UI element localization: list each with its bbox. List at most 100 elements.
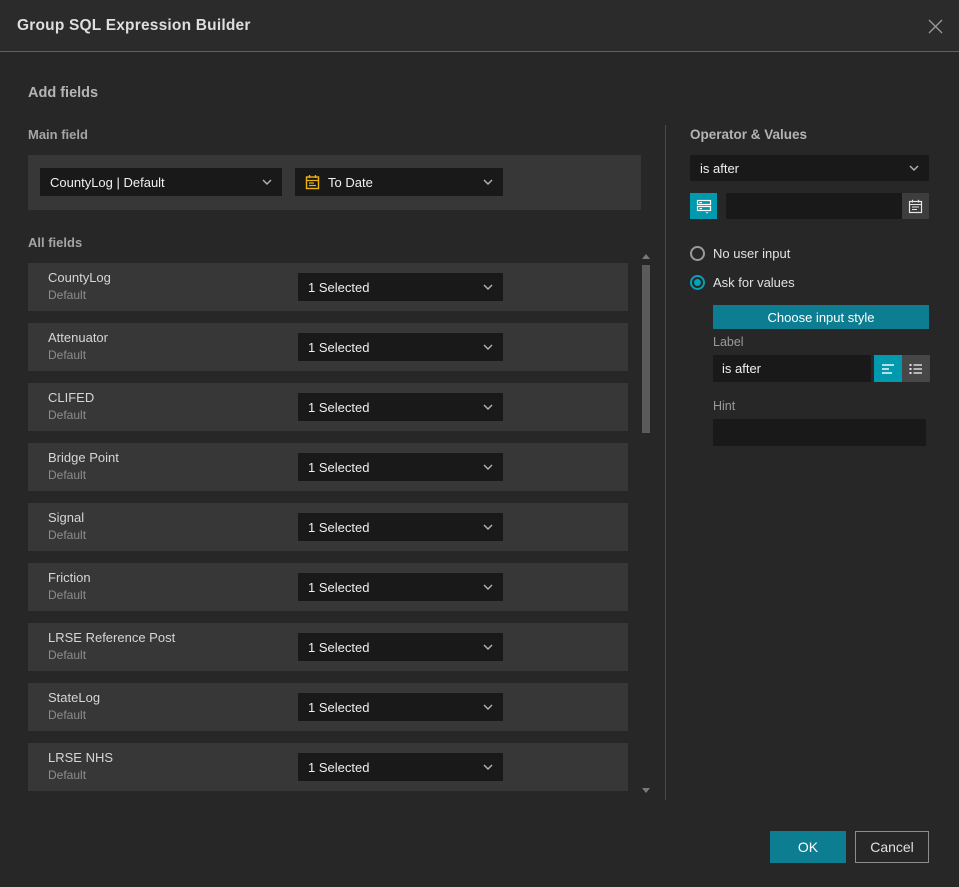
calendar-icon (305, 174, 320, 190)
group-sql-expression-builder-dialog: Group SQL Expression Builder Add fields … (0, 0, 959, 887)
choose-input-style-button[interactable]: Choose input style (713, 305, 929, 329)
single-value-style-button[interactable] (874, 355, 902, 382)
align-left-icon (882, 363, 894, 374)
label-input[interactable] (713, 355, 871, 382)
all-fields-list: CountyLog Default 1 Selected Attenuator … (28, 263, 628, 803)
field-row: Signal Default 1 Selected (28, 503, 628, 551)
field-selection-dropdown[interactable]: 1 Selected (298, 393, 503, 421)
chevron-down-icon (483, 584, 493, 590)
scrollbar-thumb[interactable] (642, 265, 650, 433)
chevron-down-icon (909, 165, 919, 171)
field-type: Default (48, 348, 87, 362)
field-name: Signal (48, 510, 85, 525)
calendar-icon (908, 199, 923, 213)
value-input[interactable] (726, 193, 902, 219)
value-type-button[interactable] (690, 193, 717, 219)
chevron-down-icon (483, 704, 493, 710)
field-type: Default (48, 708, 87, 722)
title-bar: Group SQL Expression Builder (0, 0, 959, 52)
radio-no-user-input-label: No user input (713, 245, 791, 261)
main-field-dropdown[interactable]: CountyLog | Default (40, 168, 282, 196)
field-name: LRSE Reference Post (48, 630, 176, 645)
field-selection-value: 1 Selected (308, 339, 370, 355)
radio-selected-icon (690, 274, 705, 290)
chevron-down-icon (483, 524, 493, 530)
list-icon (909, 363, 922, 374)
field-type: Default (48, 408, 87, 422)
field-selection-value: 1 Selected (308, 639, 370, 655)
ok-button[interactable]: OK (770, 831, 846, 863)
close-button[interactable] (923, 14, 947, 38)
field-row: Attenuator Default 1 Selected (28, 323, 628, 371)
stack-icon (696, 199, 711, 214)
cancel-button[interactable]: Cancel (855, 831, 929, 863)
hint-input[interactable] (713, 419, 926, 446)
field-selection-dropdown[interactable]: 1 Selected (298, 273, 503, 301)
field-selection-dropdown[interactable]: 1 Selected (298, 633, 503, 661)
field-selection-value: 1 Selected (308, 279, 370, 295)
chevron-down-icon (483, 764, 493, 770)
label-caption: Label (713, 335, 744, 349)
radio-ask-for-values[interactable]: Ask for values (690, 273, 795, 291)
field-type: Default (48, 468, 87, 482)
field-type: Default (48, 588, 87, 602)
field-selection-value: 1 Selected (308, 519, 370, 535)
hint-caption: Hint (713, 399, 736, 413)
field-selection-value: 1 Selected (308, 399, 370, 415)
field-row: CLIFED Default 1 Selected (28, 383, 628, 431)
radio-ask-for-values-label: Ask for values (713, 274, 795, 290)
radio-no-user-input[interactable]: No user input (690, 244, 790, 262)
chevron-down-icon (483, 284, 493, 290)
chevron-down-icon (483, 464, 493, 470)
field-selection-dropdown[interactable]: 1 Selected (298, 513, 503, 541)
panel-divider (665, 125, 666, 800)
field-type: Default (48, 648, 87, 662)
field-selection-dropdown[interactable]: 1 Selected (298, 753, 503, 781)
date-field-dropdown-value: To Date (328, 174, 373, 190)
dialog-title: Group SQL Expression Builder (17, 17, 251, 34)
date-picker-button[interactable] (902, 193, 929, 219)
field-selection-value: 1 Selected (308, 759, 370, 775)
field-name: LRSE NHS (48, 750, 114, 765)
field-selection-value: 1 Selected (308, 579, 370, 595)
chevron-down-icon (483, 644, 493, 650)
field-selection-dropdown[interactable]: 1 Selected (298, 333, 503, 361)
field-selection-dropdown[interactable]: 1 Selected (298, 453, 503, 481)
chevron-down-icon (483, 404, 493, 410)
scrollbar-up-arrow[interactable] (642, 254, 650, 259)
field-selection-value: 1 Selected (308, 459, 370, 475)
radio-unselected-icon (690, 245, 705, 261)
field-name: Friction (48, 570, 91, 585)
main-field-dropdown-value: CountyLog | Default (50, 174, 165, 190)
field-type: Default (48, 288, 87, 302)
field-type: Default (48, 768, 87, 782)
field-row: Friction Default 1 Selected (28, 563, 628, 611)
date-field-dropdown[interactable]: To Date (295, 168, 503, 196)
add-fields-heading: Add fields (28, 85, 99, 101)
field-selection-value: 1 Selected (308, 699, 370, 715)
chevron-down-icon (483, 179, 493, 185)
field-name: CLIFED (48, 390, 95, 405)
close-icon (928, 19, 942, 33)
chevron-down-icon (483, 344, 493, 350)
field-name: Bridge Point (48, 450, 119, 465)
operator-values-heading: Operator & Values (690, 127, 808, 142)
scrollbar-down-arrow[interactable] (642, 788, 650, 793)
field-row: StateLog Default 1 Selected (28, 683, 628, 731)
field-type: Default (48, 528, 87, 542)
field-row: LRSE NHS Default 1 Selected (28, 743, 628, 791)
field-name: CountyLog (48, 270, 111, 285)
chevron-down-icon (262, 179, 272, 185)
operator-dropdown-value: is after (700, 160, 740, 176)
field-row: Bridge Point Default 1 Selected (28, 443, 628, 491)
main-field-heading: Main field (28, 127, 88, 142)
operator-dropdown[interactable]: is after (690, 155, 929, 181)
list-value-style-button[interactable] (902, 355, 930, 382)
main-field-panel: CountyLog | Default To Date (28, 155, 641, 210)
field-selection-dropdown[interactable]: 1 Selected (298, 573, 503, 601)
field-selection-dropdown[interactable]: 1 Selected (298, 693, 503, 721)
field-name: StateLog (48, 690, 101, 705)
field-name: Attenuator (48, 330, 108, 345)
all-fields-heading: All fields (28, 235, 83, 250)
field-row: LRSE Reference Post Default 1 Selected (28, 623, 628, 671)
